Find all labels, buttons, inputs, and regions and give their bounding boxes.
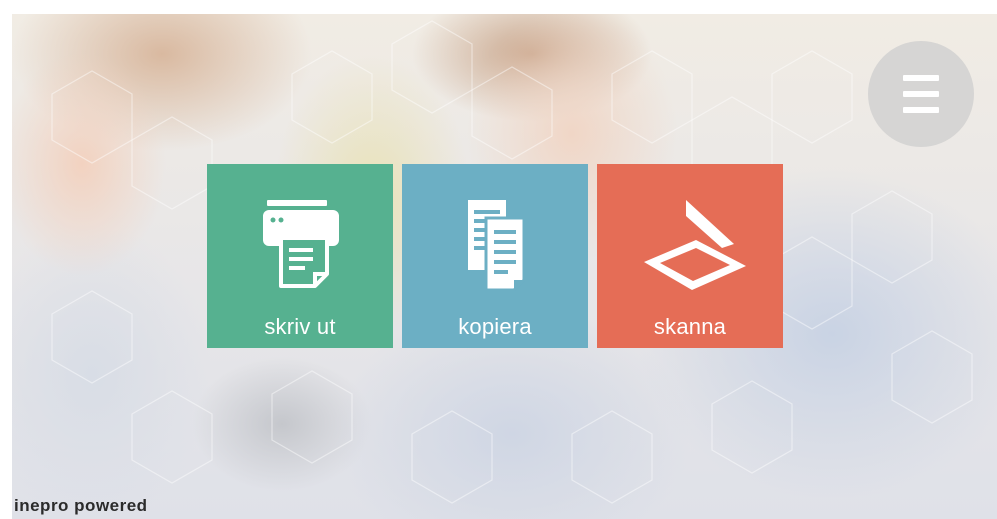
printer-icon [207,164,393,294]
hamburger-menu-icon-bar [903,107,939,113]
print-button[interactable]: skriv ut [207,164,393,348]
copy-documents-icon [402,164,588,294]
print-label: skriv ut [264,314,336,339]
scan-button[interactable]: skanna [597,164,783,348]
copy-button[interactable]: kopiera [402,164,588,348]
scan-label: skanna [653,314,727,339]
menu-button[interactable] [868,41,974,147]
branding-text: inepro powered [14,496,148,515]
copy-label: kopiera [458,314,532,339]
scanner-icon [597,164,783,294]
hamburger-menu-icon-bar [903,91,939,97]
hamburger-menu-icon [903,75,939,81]
